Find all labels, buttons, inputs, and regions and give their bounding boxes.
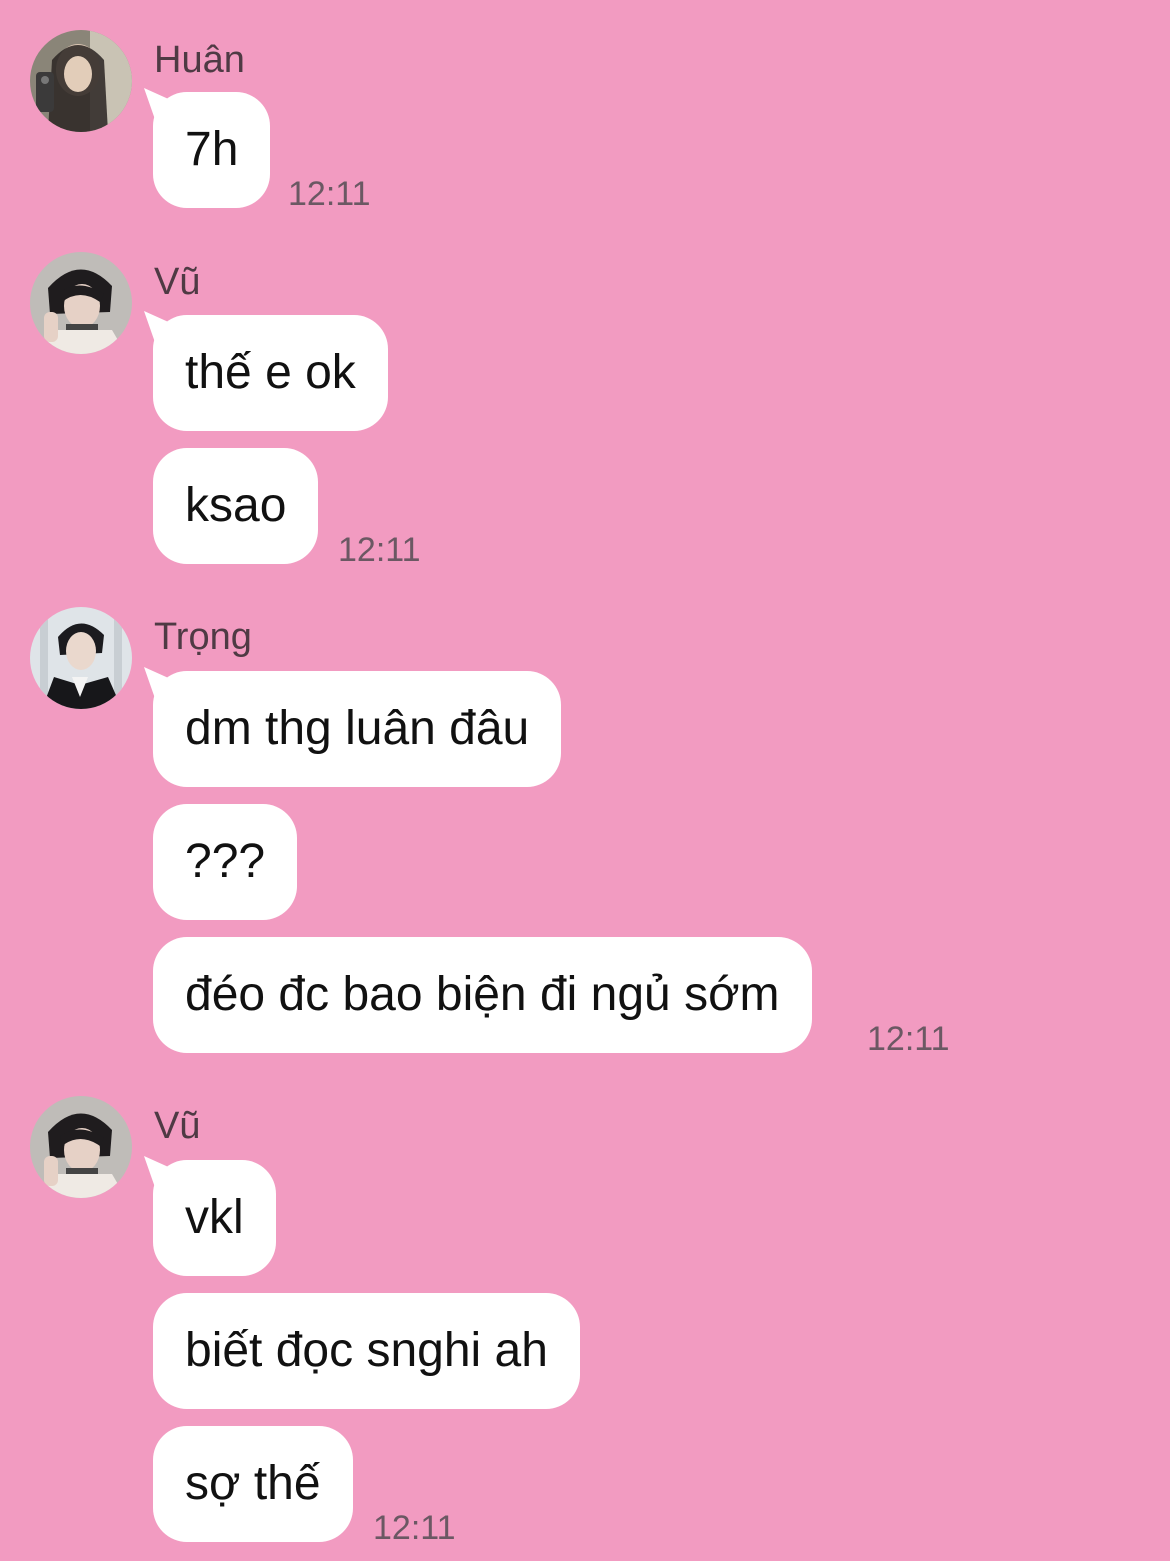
message-timestamp: 12:11 bbox=[338, 531, 421, 569]
message-row: sợ thế 12:11 bbox=[0, 1426, 1170, 1547]
message-bubble[interactable]: 7h bbox=[153, 92, 271, 208]
sender-name: Trọng bbox=[154, 616, 252, 658]
message-row: dm thg luân đâu bbox=[0, 671, 1170, 787]
message-timestamp: 12:11 bbox=[373, 1509, 456, 1547]
message-row: ??? bbox=[0, 804, 1170, 920]
message-row: ksao 12:11 bbox=[0, 448, 1170, 569]
message-bubble[interactable]: sợ thế bbox=[153, 1426, 353, 1542]
message-timestamp: 12:11 bbox=[288, 175, 371, 213]
message-bubble[interactable]: vkl bbox=[153, 1160, 276, 1276]
message-bubble[interactable]: đéo đc bao biện đi ngủ sớm bbox=[153, 937, 812, 1053]
message-row: biết đọc snghi ah bbox=[0, 1293, 1170, 1409]
sender-name: Huân bbox=[154, 39, 245, 81]
message-bubble[interactable]: ksao bbox=[153, 448, 319, 564]
message-timestamp: 12:11 bbox=[867, 1020, 950, 1058]
message-row: vkl bbox=[0, 1160, 1170, 1276]
message-bubble[interactable]: thế e ok bbox=[153, 315, 388, 431]
chat-thread[interactable]: Huân 7h 12:11 Vũ thế e ok ksao 12:11 Trọ… bbox=[0, 0, 1170, 1561]
message-row: đéo đc bao biện đi ngủ sớm 12:11 bbox=[0, 937, 1170, 1058]
message-bubble[interactable]: biết đọc snghi ah bbox=[153, 1293, 580, 1409]
sender-name: Vũ bbox=[154, 261, 201, 303]
message-row: 7h 12:11 bbox=[0, 92, 1170, 213]
message-row: thế e ok bbox=[0, 315, 1170, 431]
message-bubble[interactable]: dm thg luân đâu bbox=[153, 671, 562, 787]
message-bubble[interactable]: ??? bbox=[153, 804, 298, 920]
sender-name: Vũ bbox=[154, 1105, 201, 1147]
